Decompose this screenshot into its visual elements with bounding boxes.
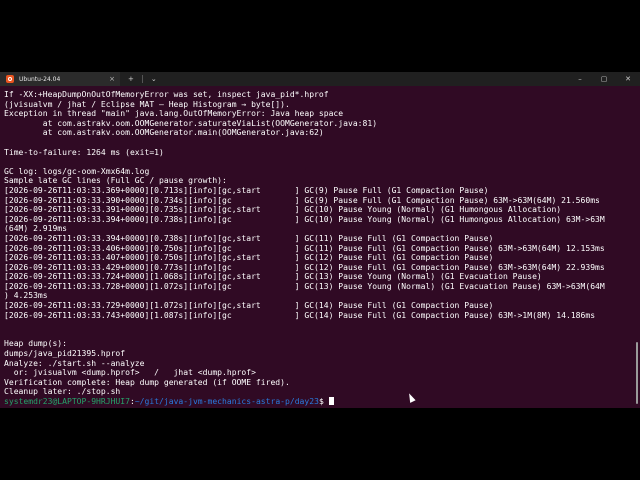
tab-title: Ubuntu-24.04	[19, 75, 61, 83]
terminal-line: Cleanup later: ./stop.sh	[4, 387, 121, 397]
terminal-line: Verification complete: Heap dump generat…	[4, 377, 290, 387]
terminal-line: If -XX:+HeapDumpOnOutOfMemoryError was s…	[4, 90, 329, 99]
terminal-line: [2026-09-26T11:03:33.391+0000][0.735s][i…	[4, 205, 562, 215]
terminal-line: at com.astrakv.oom.OOMGenerator.saturate…	[4, 118, 378, 128]
terminal-line: ) 4.253ms	[4, 291, 48, 301]
terminal-line: Time-to-failure: 1264 ms (exit=1)	[4, 147, 164, 157]
terminal-line: [2026-09-26T11:03:33.407+0000][0.750s][i…	[4, 253, 494, 263]
terminal-line: or: jvisualvm <dump.hprof> / jhat <dump.…	[4, 368, 256, 378]
scrollbar[interactable]	[636, 342, 638, 404]
terminal-line: [2026-09-26T11:03:33.429+0000][0.773s][i…	[4, 262, 605, 272]
terminal-line: [2026-09-26T11:03:33.369+0000][0.713s][i…	[4, 185, 489, 195]
terminal-line: [2026-09-26T11:03:33.729+0000][1.072s][i…	[4, 301, 494, 311]
prompt-symbol: $	[318, 397, 329, 406]
terminal-line: (jvisualvm / jhat / Eclipse MAT – Heap H…	[4, 99, 290, 109]
close-button[interactable]: ✕	[616, 72, 640, 86]
terminal-line: GC log: logs/gc-oom-Xmx64m.log	[4, 166, 150, 176]
terminal-line: [2026-09-26T11:03:33.743+0000][1.087s][i…	[4, 310, 596, 320]
terminal-line: [2026-09-26T11:03:33.728+0000][1.072s][i…	[4, 281, 605, 291]
maximize-button[interactable]: ▢	[592, 72, 616, 86]
terminal-line: [2026-09-26T11:03:33.390+0000][0.734s][i…	[4, 195, 600, 205]
terminal-line: Heap dump(s):	[4, 339, 67, 349]
text-cursor	[328, 397, 334, 405]
terminal-line: Analyze: ./start.sh --analyze	[4, 358, 145, 368]
terminal-line: dumps/java_pid21395.hprof	[4, 349, 126, 359]
shell-prompt[interactable]: systemdr23@LAPTOP-9HRJHUI7:~/git/java-jv…	[4, 397, 636, 407]
tab-ubuntu[interactable]: Ubuntu-24.04 ×	[0, 72, 120, 86]
terminal-line: at com.astrakv.oom.OOMGenerator.main(OOM…	[4, 128, 324, 138]
window-controls: – ▢ ✕	[568, 72, 640, 86]
chevron-down-icon[interactable]: ⌄	[151, 72, 157, 86]
terminal-line: [2026-09-26T11:03:33.394+0000][0.738s][i…	[4, 233, 494, 243]
new-tab-button[interactable]: +	[128, 72, 134, 86]
toolbar-divider	[141, 75, 143, 83]
terminal-line: Exception in thread "main" java.lang.Out…	[4, 109, 344, 119]
terminal-line: [2026-09-26T11:03:33.406+0000][0.750s][i…	[4, 243, 605, 253]
prompt-user: systemdr23@LAPTOP-9HRJHUI7	[4, 397, 130, 406]
prompt-path: ~/git/java-jvm-mechanics-astra-p/day23	[134, 397, 319, 406]
terminal-line: Sample late GC lines (Full GC / pause gr…	[4, 176, 227, 186]
minimize-button[interactable]: –	[568, 72, 592, 86]
ubuntu-icon	[6, 75, 14, 83]
tab-close-icon[interactable]: ×	[109, 72, 115, 86]
terminal-output[interactable]: If -XX:+HeapDumpOnOutOfMemoryError was s…	[0, 86, 640, 408]
title-bar: Ubuntu-24.04 × + ⌄ – ▢ ✕	[0, 72, 640, 86]
terminal-window: Ubuntu-24.04 × + ⌄ – ▢ ✕ If -XX:+HeapDum…	[0, 72, 640, 408]
terminal-line: [2026-09-26T11:03:33.724+0000][1.068s][i…	[4, 272, 542, 282]
terminal-line: [2026-09-26T11:03:33.394+0000][0.738s][i…	[4, 214, 605, 224]
terminal-line: (64M) 2.919ms	[4, 224, 67, 234]
